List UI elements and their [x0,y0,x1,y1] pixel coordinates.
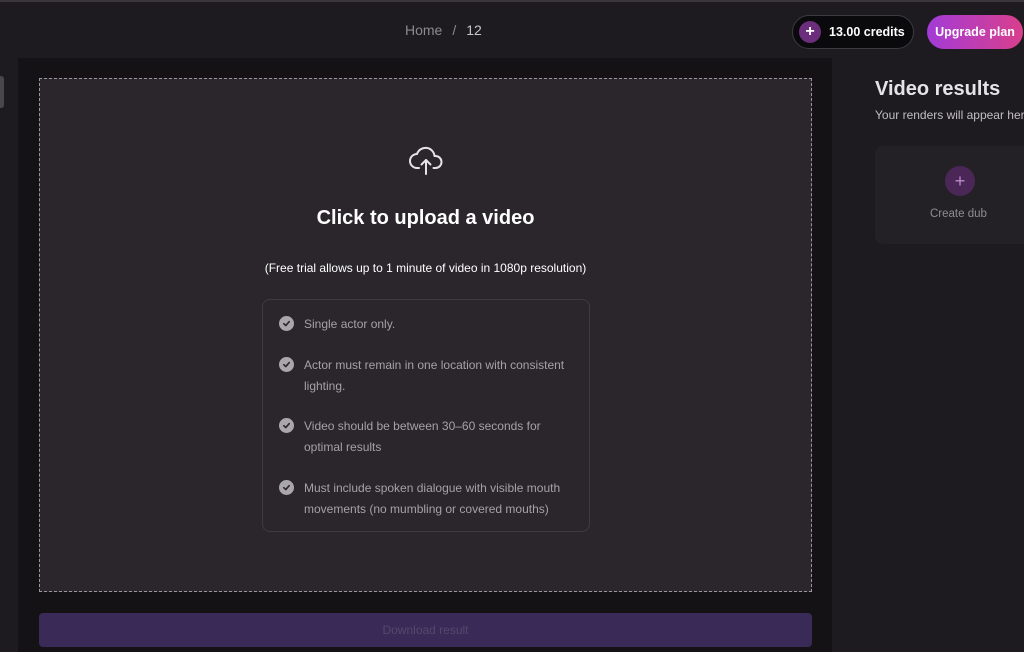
requirement-item: Video should be between 30–60 seconds fo… [279,416,579,457]
create-dub-card[interactable]: + Create dub [875,146,1024,244]
requirement-text: Actor must remain in one location with c… [304,358,565,393]
breadcrumb: Home / 12 [405,22,482,38]
credits-label: 13.00 credits [829,25,905,39]
download-result-button[interactable]: Download result [39,613,812,647]
check-circle-icon [279,480,294,495]
requirement-item: Single actor only. [279,314,579,335]
video-upload-dropzone[interactable]: Click to upload a video (Free trial allo… [39,78,812,592]
top-bar: Home / 12 + 13.00 credits Upgrade plan [0,0,1024,58]
plus-icon: + [945,166,975,196]
plus-icon: + [799,21,821,43]
requirements-list: Single actor only. Actor must remain in … [262,299,590,532]
check-circle-icon [279,418,294,433]
requirement-text: Single actor only. [304,317,396,331]
upload-title: Click to upload a video [316,207,535,229]
cloud-upload-icon [409,146,443,175]
results-title: Video results [875,78,1001,100]
upgrade-plan-button[interactable]: Upgrade plan [927,15,1023,49]
sidebar-toggle-handle[interactable] [0,76,4,108]
breadcrumb-current: 12 [466,22,482,38]
breadcrumb-separator: / [452,22,457,38]
breadcrumb-home[interactable]: Home [405,22,442,38]
upload-subtitle: (Free trial allows up to 1 minute of vid… [264,261,587,275]
check-circle-icon [279,357,294,372]
requirement-item: Must include spoken dialogue with visibl… [279,478,579,519]
requirement-item: Actor must remain in one location with c… [279,355,579,396]
requirement-text: Must include spoken dialogue with visibl… [304,481,561,516]
check-circle-icon [279,316,294,331]
create-dub-label: Create dub [930,208,987,220]
requirement-text: Video should be between 30–60 seconds fo… [304,419,541,454]
credits-button[interactable]: + 13.00 credits [792,15,914,49]
results-subtitle: Your renders will appear here [875,108,1024,122]
